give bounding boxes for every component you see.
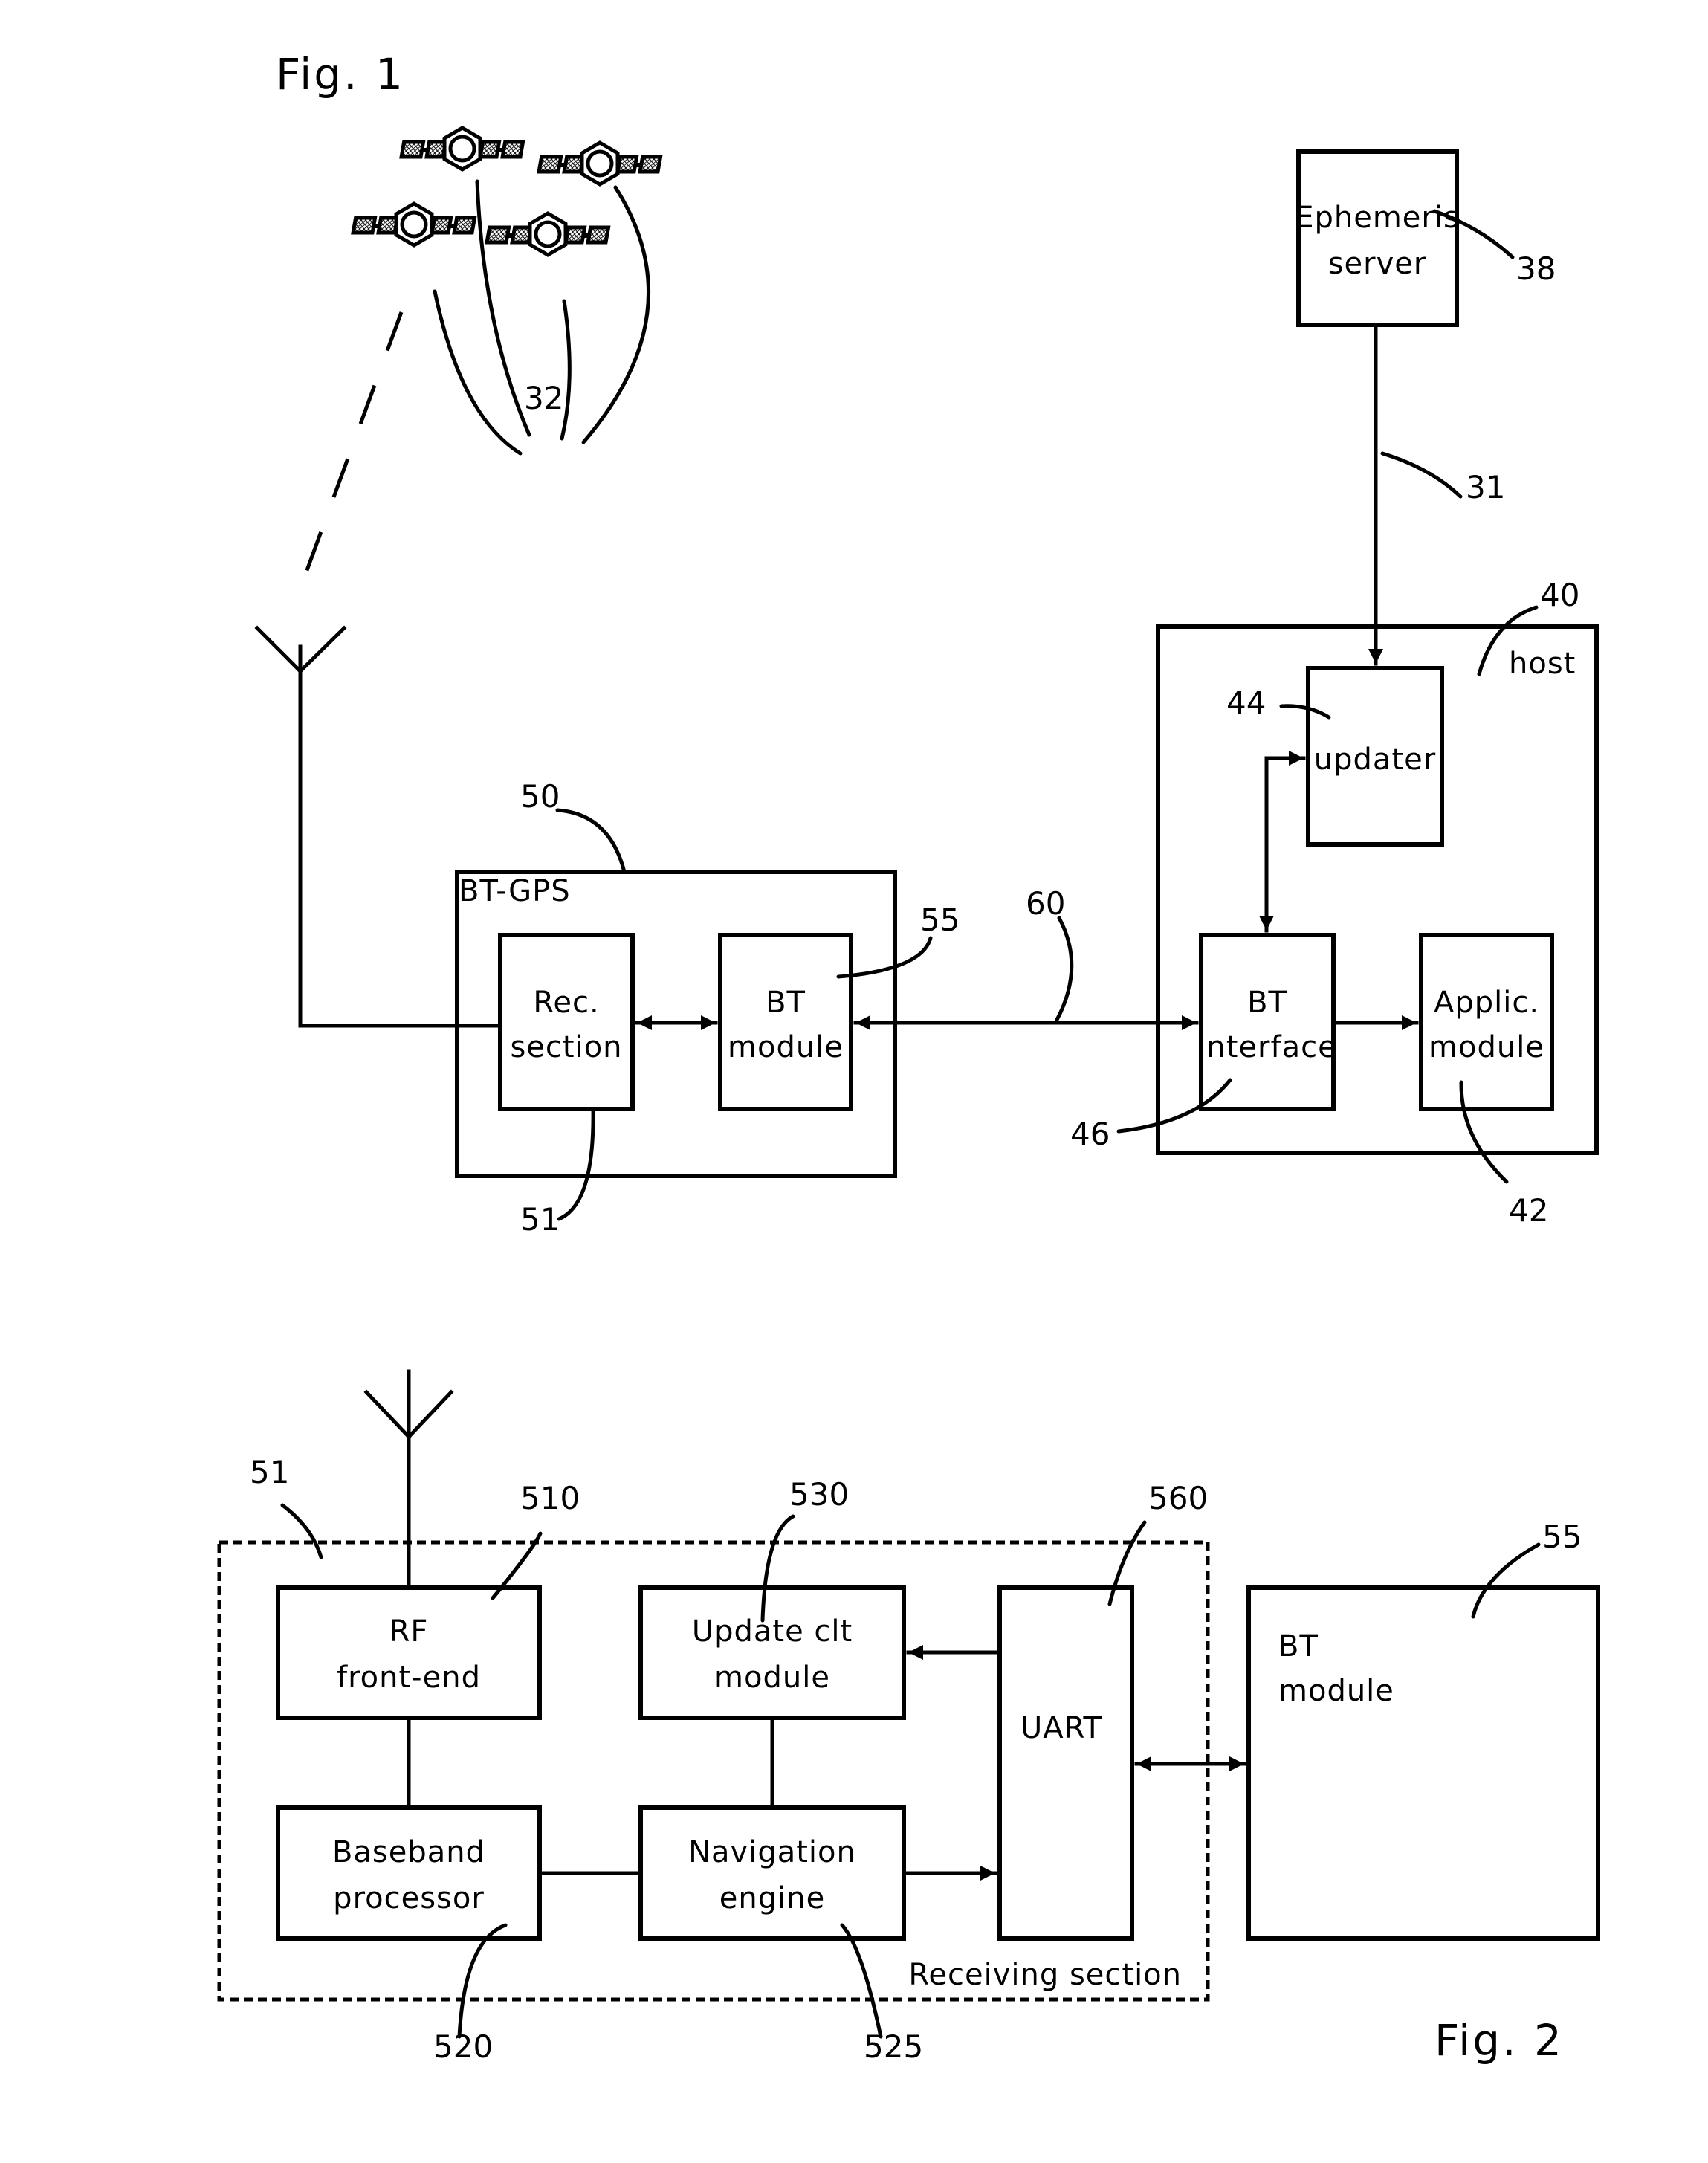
- ref-50: 50: [520, 778, 560, 815]
- ref-46: 46: [1070, 1116, 1110, 1152]
- ref-530: 530: [789, 1476, 849, 1513]
- update-clt-label-2: module: [714, 1661, 830, 1695]
- ref-60: 60: [1026, 885, 1065, 922]
- update-clt-module-box[interactable]: [638, 1585, 906, 1720]
- ref-60-leader: [1055, 916, 1074, 1022]
- ephemeris-server-label-2: server: [1328, 247, 1427, 281]
- ref-55: 55: [920, 902, 960, 938]
- ref-50-leader: [555, 808, 627, 874]
- rf-frontend-label-2: front-end: [337, 1661, 481, 1695]
- applic-module-label-2: module: [1429, 1030, 1544, 1064]
- host-label: host: [1509, 647, 1576, 681]
- rec-section-label-1: Rec.: [533, 986, 599, 1020]
- rec-section-label-2: section: [510, 1030, 622, 1064]
- rec-section-box[interactable]: [498, 933, 635, 1111]
- ref-32: 32: [524, 380, 563, 416]
- ref-525-leader: [840, 1923, 883, 2039]
- figure-2: Receiving section 51 RF front-end 510 Ba…: [217, 1369, 1600, 2066]
- rf-frontend-label-1: RF: [389, 1614, 429, 1649]
- satellite-icon: [353, 204, 475, 245]
- bt-interface-label-2: interface: [1197, 1030, 1336, 1064]
- navigation-label-2: engine: [719, 1881, 825, 1915]
- ephemeris-server-label-1: Ephemeris: [1295, 201, 1460, 235]
- baseband-label-2: processor: [333, 1881, 485, 1915]
- figure-1: Fig. 1 32 Ephemeris server 38 31 40 host…: [254, 49, 1599, 1238]
- satellite-icon: [539, 143, 661, 184]
- ref-51-leader: [557, 1107, 595, 1221]
- satellite-signal-path: [296, 311, 404, 595]
- uart-label: UART: [1020, 1711, 1102, 1745]
- ref-40: 40: [1540, 577, 1579, 613]
- navigation-engine-box[interactable]: [638, 1805, 906, 1941]
- ref-55b: 55: [1542, 1519, 1582, 1555]
- updater-btinterface-link: [1259, 751, 1306, 933]
- bt-module-fig2-label-1: BT: [1278, 1629, 1319, 1664]
- ref-560: 560: [1148, 1480, 1208, 1516]
- fig1-title: Fig. 1: [276, 49, 405, 100]
- rf-frontend-box[interactable]: [276, 1585, 542, 1720]
- bt-module-fig2-label-2: module: [1278, 1674, 1394, 1708]
- bt-interface-box[interactable]: [1199, 933, 1336, 1111]
- ref-51b-leader: [280, 1503, 323, 1559]
- update-clt-label-1: Update clt: [692, 1614, 853, 1649]
- antenna-icon: [254, 625, 347, 1028]
- satellite-icon: [487, 213, 609, 255]
- bt-module-label-2: module: [728, 1030, 844, 1064]
- updater-label: updater: [1314, 743, 1436, 777]
- applic-module-label-1: Applic.: [1434, 986, 1539, 1020]
- baseband-label-1: Baseband: [332, 1835, 485, 1869]
- ref-51: 51: [520, 1201, 560, 1238]
- ref-38: 38: [1516, 250, 1556, 287]
- ref-520: 520: [433, 2028, 493, 2065]
- navigation-label-1: Navigation: [688, 1835, 856, 1869]
- ref-510: 510: [520, 1480, 580, 1516]
- satellite-icon: [401, 128, 523, 169]
- ref-42: 42: [1509, 1192, 1548, 1229]
- patent-drawing: Fig. 1 32 Ephemeris server 38 31 40 host…: [217, 49, 1600, 2066]
- ref-525: 525: [864, 2028, 923, 2065]
- applic-module-box[interactable]: [1419, 933, 1554, 1111]
- receiving-section-label: Receiving section: [908, 1958, 1182, 1992]
- bt-module-label-1: BT: [766, 986, 806, 1020]
- ref-31: 31: [1466, 469, 1505, 505]
- uart-box[interactable]: [997, 1585, 1134, 1941]
- baseband-processor-box[interactable]: [276, 1805, 542, 1941]
- fig2-title: Fig. 2: [1434, 2015, 1564, 2066]
- bt-interface-label-1: BT: [1247, 986, 1287, 1020]
- ref-520-leader: [457, 1923, 508, 2039]
- ephemeris-server-box[interactable]: [1296, 149, 1459, 327]
- ref-51b: 51: [250, 1454, 289, 1490]
- bt-gps-label: BT-GPS: [459, 874, 571, 908]
- ref-31-leader: [1380, 451, 1463, 499]
- antenna-icon: [363, 1369, 454, 1590]
- ref-44: 44: [1226, 685, 1266, 721]
- satellites: [353, 128, 661, 255]
- bt-module-box[interactable]: [718, 933, 853, 1111]
